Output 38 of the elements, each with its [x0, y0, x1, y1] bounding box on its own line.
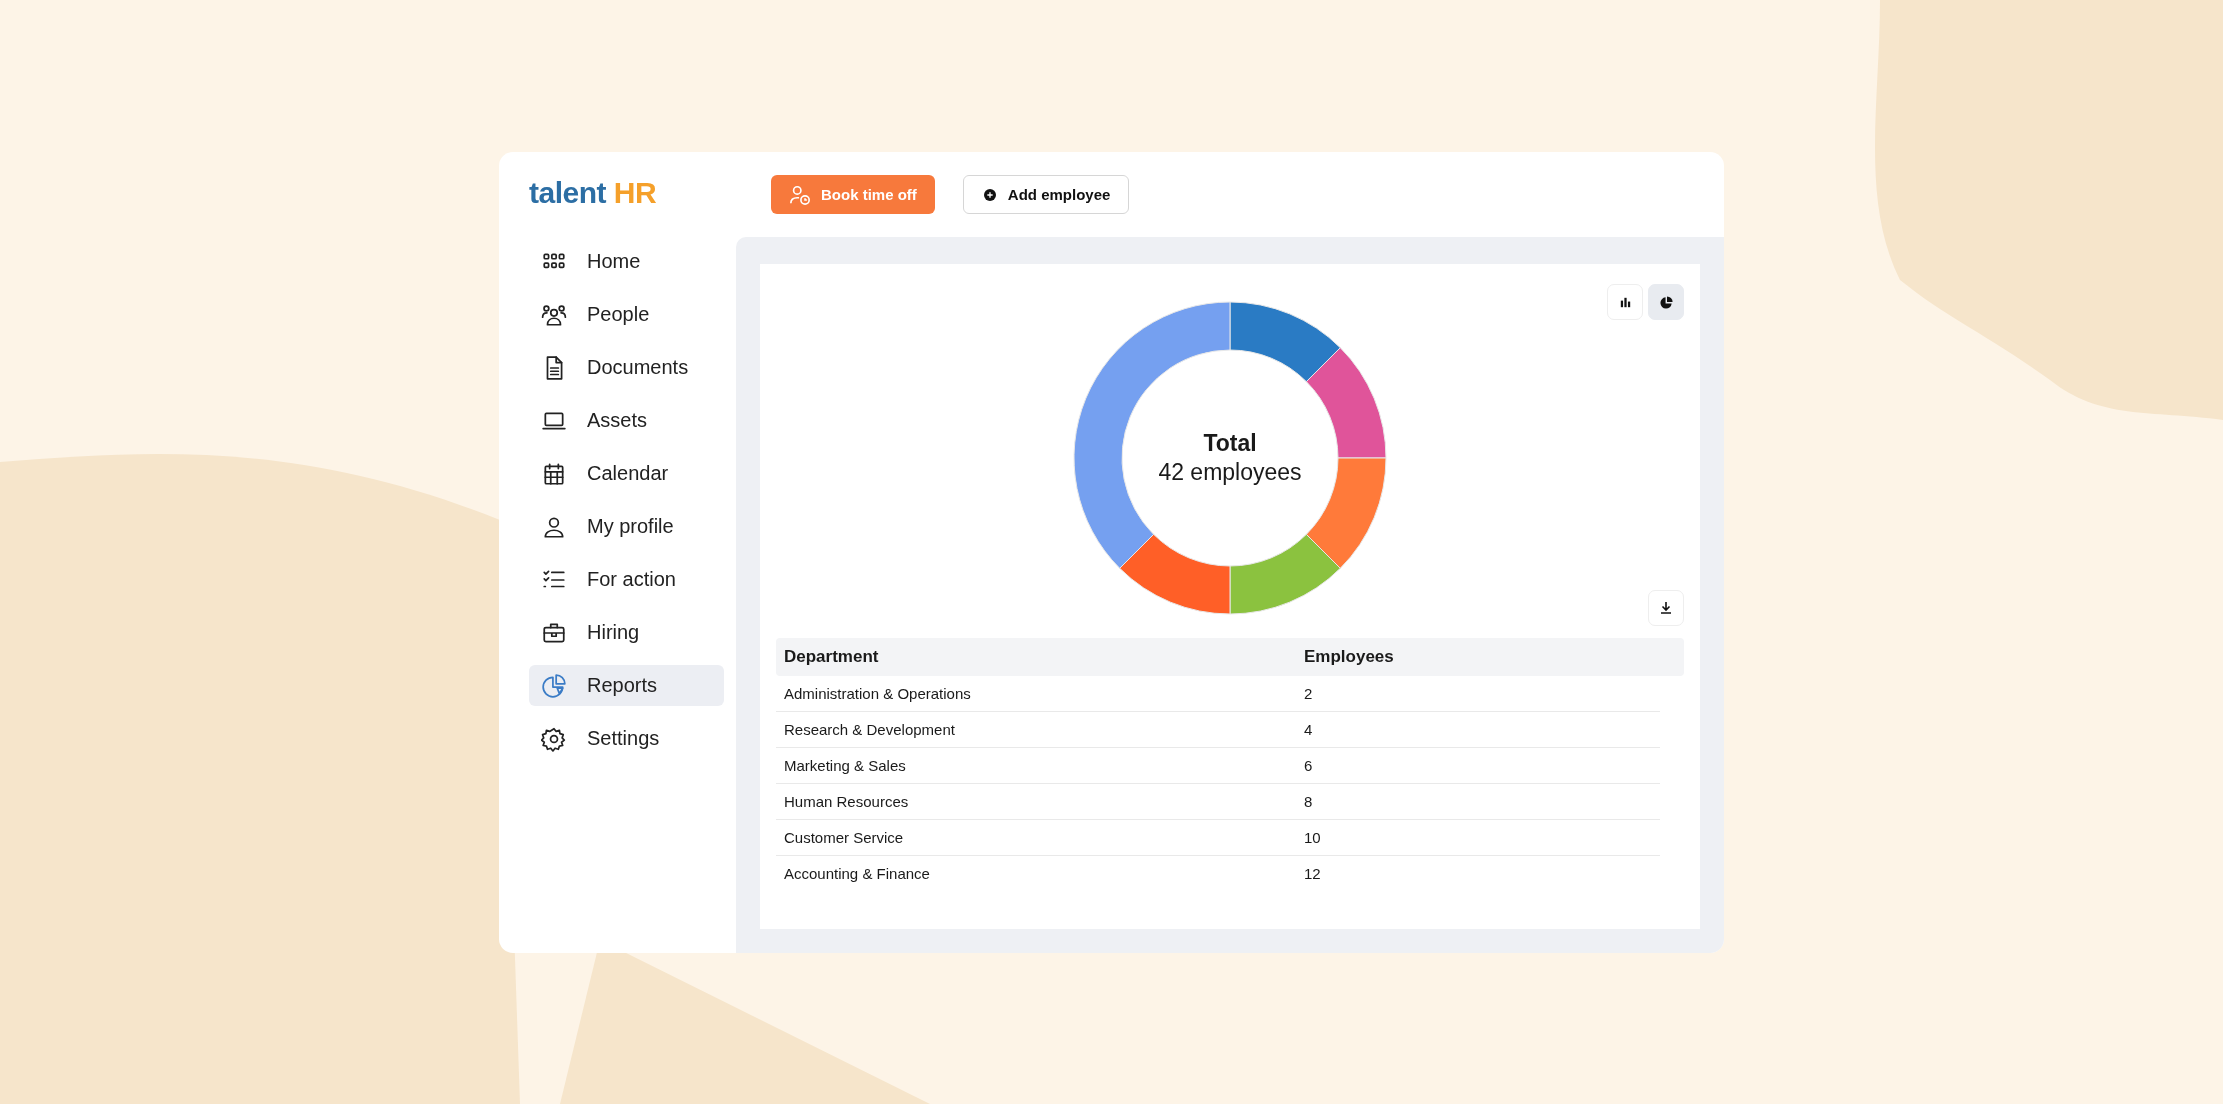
sidebar-item[interactable]: For action	[529, 559, 724, 600]
logo: talent HR	[529, 178, 657, 208]
sidebar-item[interactable]: My profile	[529, 506, 724, 547]
table-cell-text: Administration & Operations	[784, 685, 972, 702]
person-clock-icon	[789, 183, 811, 206]
pie-chart-icon	[541, 672, 567, 699]
table-cell-text: Research & Development	[784, 721, 956, 738]
pie-chart-icon	[1658, 294, 1674, 310]
sidebar-item[interactable]: Assets	[529, 400, 724, 441]
plus-circle-icon	[981, 186, 998, 203]
column-header: Employees	[1304, 647, 1395, 667]
sidebar-item[interactable]: Hiring	[529, 612, 724, 653]
column-header: Department	[784, 647, 880, 667]
sidebar-item[interactable]: Home	[529, 241, 724, 282]
calendar-icon	[541, 460, 567, 487]
table-cell-text: 10	[1304, 829, 1322, 846]
pie-chart-button[interactable]	[1648, 284, 1684, 320]
table-cell-text: 4	[1304, 721, 1314, 738]
table-cell-text: 2	[1304, 685, 1314, 702]
table-cell-text: Accounting & Finance	[784, 865, 931, 882]
sidebar-item[interactable]: Reports	[529, 665, 724, 706]
table-cell-text: Human Resources	[784, 793, 910, 810]
download-icon	[1658, 600, 1674, 616]
sidebar-item[interactable]: People	[529, 294, 724, 335]
gear-icon	[541, 725, 567, 752]
table-cell-text: Customer Service	[784, 829, 905, 846]
add-employee-button[interactable]: Add employee	[962, 175, 1130, 214]
table-cell-text: 6	[1304, 757, 1314, 774]
table-cell-text: 8	[1304, 793, 1314, 810]
sidebar-item[interactable]: Settings	[529, 718, 724, 759]
total-label: Total	[1203, 430, 1257, 457]
download-button[interactable]	[1648, 590, 1684, 626]
table-cell-text: 12	[1304, 865, 1322, 882]
table-cell-text: Marketing & Sales	[784, 757, 907, 774]
sidebar-item[interactable]: Documents	[529, 347, 724, 388]
sidebar-item[interactable]: Calendar	[529, 453, 724, 494]
total-value: 42 employees	[1158, 459, 1302, 486]
bar-chart-button[interactable]	[1607, 284, 1643, 320]
